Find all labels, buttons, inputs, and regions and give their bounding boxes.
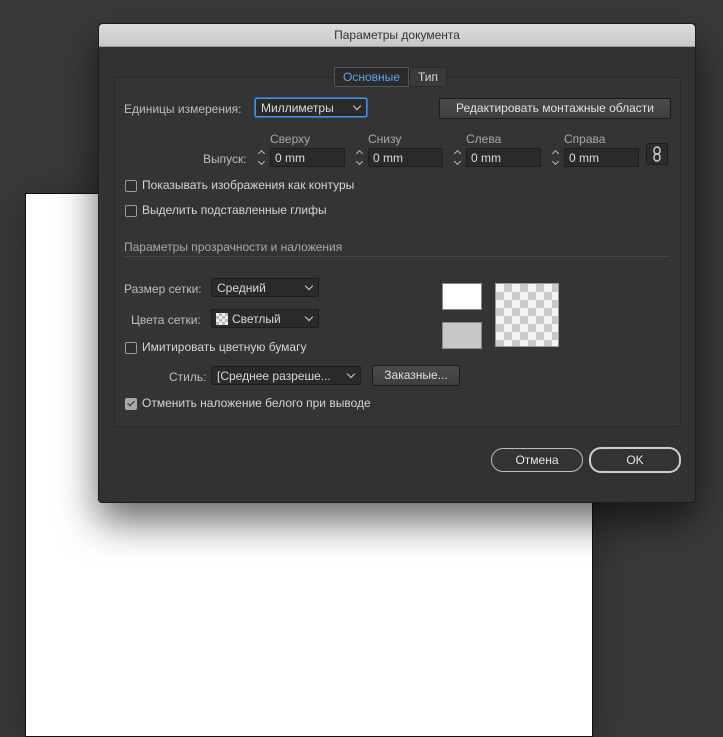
dialog-title: Параметры документа	[99, 24, 695, 47]
bleed-label: Выпуск:	[203, 152, 247, 166]
grid-size-select[interactable]: Средний	[211, 278, 319, 297]
tab-bar: Основные Тип	[334, 67, 447, 87]
tab-type[interactable]: Тип	[408, 67, 447, 87]
grid-colors-select[interactable]: Светлый	[211, 309, 319, 328]
grid-size-value: Средний	[217, 281, 266, 295]
paper-color-swatch[interactable]	[442, 283, 482, 310]
chevron-down-icon	[352, 101, 362, 111]
chevron-down-icon	[304, 281, 314, 291]
units-value: Миллиметры	[261, 101, 334, 115]
checker-swatch-icon	[216, 313, 228, 325]
style-label: Стиль:	[169, 370, 207, 384]
edit-artboards-button[interactable]: Редактировать монтажные области	[439, 98, 671, 119]
grid-size-label: Размер сетки:	[124, 282, 202, 296]
bleed-top-header: Сверху	[270, 132, 311, 146]
highlight-glyphs-label: Выделить подставленные глифы	[142, 203, 327, 217]
bleed-right-stepper-icon[interactable]	[550, 148, 562, 167]
chevron-down-icon	[304, 312, 314, 322]
style-select[interactable]: [Среднее разреше...	[211, 366, 361, 385]
bleed-left-stepper-icon[interactable]	[452, 148, 464, 167]
grid-colors-value: Светлый	[232, 312, 281, 326]
custom-button[interactable]: Заказные...	[372, 365, 460, 386]
bleed-bottom-field[interactable]: 0 mm	[368, 148, 443, 167]
simulate-paper-checkbox[interactable]	[125, 342, 137, 354]
cancel-button[interactable]: Отмена	[491, 448, 583, 472]
bleed-left-header: Слева	[466, 132, 502, 146]
units-select[interactable]: Миллиметры	[255, 98, 367, 117]
tab-general[interactable]: Основные	[334, 67, 409, 87]
ok-button[interactable]: OK	[589, 447, 681, 473]
outline-images-checkbox[interactable]	[125, 180, 137, 192]
bleed-bottom-header: Снизу	[368, 132, 402, 146]
bleed-right-header: Справа	[564, 132, 606, 146]
simulate-paper-label: Имитировать цветную бумагу	[142, 340, 307, 354]
units-label: Единицы измерения:	[124, 102, 242, 116]
outline-images-label: Показывать изображения как контуры	[142, 178, 355, 192]
discard-white-overprint-checkbox[interactable]	[125, 398, 137, 410]
bleed-bottom-stepper-icon[interactable]	[354, 148, 366, 167]
document-setup-dialog: Параметры документа Основные Тип Единицы…	[98, 23, 696, 503]
section-divider	[124, 256, 670, 257]
chain-link-icon[interactable]	[646, 143, 668, 165]
transparency-grid-preview	[495, 283, 559, 347]
bleed-top-stepper-icon[interactable]	[256, 148, 268, 167]
bleed-right-field[interactable]: 0 mm	[564, 148, 639, 167]
style-value: [Среднее разреше...	[217, 369, 331, 383]
grid-colors-label: Цвета сетки:	[131, 313, 201, 327]
bleed-top-field[interactable]: 0 mm	[270, 148, 345, 167]
discard-white-overprint-label: Отменить наложение белого при выводе	[142, 396, 371, 410]
bleed-left-field[interactable]: 0 mm	[466, 148, 541, 167]
highlight-glyphs-checkbox[interactable]	[125, 205, 137, 217]
chevron-down-icon	[346, 369, 356, 379]
grid-color-swatch[interactable]	[442, 322, 482, 349]
transparency-section-title: Параметры прозрачности и наложения	[124, 240, 343, 254]
